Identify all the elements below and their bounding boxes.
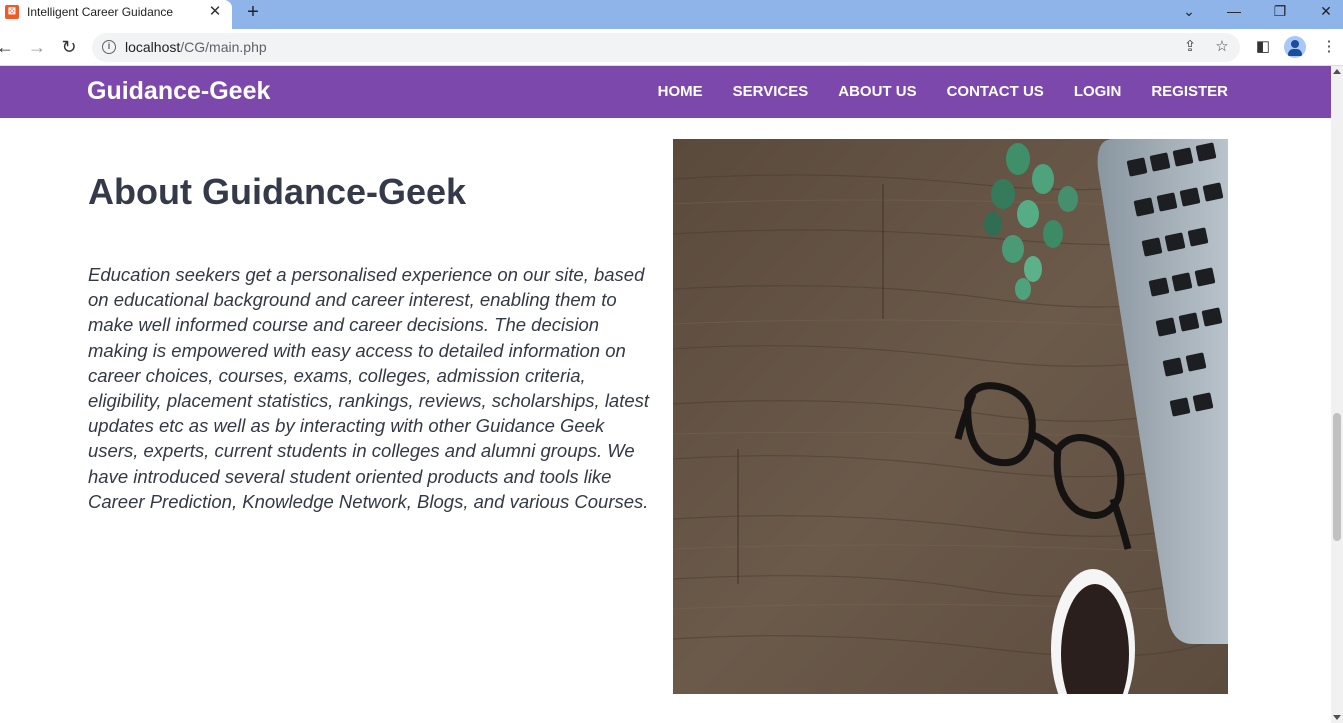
browser-toolbar: ← → ↻ i localhost/CG/main.php ⇪ ☆ ◧ ⋮ — [0, 29, 1343, 66]
nav-login[interactable]: LOGIN — [1074, 83, 1122, 100]
url-path: /CG/main.php — [180, 39, 267, 55]
about-image — [673, 139, 1228, 694]
tab-close-icon[interactable]: ✕ — [206, 3, 224, 21]
reload-icon[interactable]: ↻ — [58, 36, 80, 58]
minimize-button[interactable]: — — [1211, 0, 1257, 24]
desk-photo-illustration — [673, 139, 1228, 694]
url-host: localhost — [125, 39, 181, 55]
nav-home[interactable]: HOME — [658, 83, 703, 100]
page-scrollbar[interactable] — [1331, 66, 1343, 723]
browser-tab[interactable]: ⊠ Intelligent Career Guidance ✕ — [0, 0, 232, 29]
share-icon[interactable]: ⇪ — [1180, 37, 1200, 57]
site-info-icon[interactable]: i — [102, 40, 116, 54]
scrollbar-thumb[interactable] — [1333, 413, 1341, 541]
address-bar[interactable]: i localhost/CG/main.php ⇪ ☆ — [92, 33, 1240, 62]
new-tab-button[interactable]: + — [243, 2, 263, 22]
nav-services[interactable]: SERVICES — [733, 83, 809, 100]
about-description: Education seekers get a personalised exp… — [88, 264, 650, 512]
page-viewport: Guidance-Geek HOME SERVICES ABOUT US CON… — [0, 66, 1331, 723]
menu-kebab-icon[interactable]: ⋮ — [1318, 36, 1340, 58]
nav-contact-us[interactable]: CONTACT US — [947, 83, 1044, 100]
site-brand[interactable]: Guidance-Geek — [87, 77, 270, 106]
site-navbar: Guidance-Geek HOME SERVICES ABOUT US CON… — [0, 66, 1331, 118]
side-panel-icon[interactable]: ◧ — [1252, 36, 1274, 58]
tab-search-button[interactable]: ⌄ — [1166, 0, 1212, 24]
forward-arrow-icon[interactable]: → — [26, 36, 48, 58]
window-close-button[interactable]: ✕ — [1303, 0, 1343, 24]
nav-about-us[interactable]: ABOUT US — [838, 83, 916, 100]
nav-register[interactable]: REGISTER — [1151, 83, 1228, 100]
xampp-favicon-icon: ⊠ — [5, 5, 19, 19]
browser-tab-strip: ⊠ Intelligent Career Guidance ✕ + ⌄ — ❐ … — [0, 0, 1343, 29]
scroll-down-icon[interactable] — [1333, 715, 1341, 720]
profile-avatar-icon[interactable] — [1284, 36, 1306, 58]
back-arrow-icon[interactable]: ← — [0, 36, 16, 58]
scroll-up-icon[interactable] — [1333, 69, 1341, 74]
url-text[interactable]: localhost/CG/main.php — [125, 39, 267, 55]
bookmark-star-icon[interactable]: ☆ — [1212, 37, 1232, 57]
tab-title: Intelligent Career Guidance — [27, 5, 174, 19]
about-heading: About Guidance-Geek — [88, 171, 467, 212]
nav-links: HOME SERVICES ABOUT US CONTACT US LOGIN … — [658, 83, 1228, 100]
restore-button[interactable]: ❐ — [1257, 0, 1303, 24]
